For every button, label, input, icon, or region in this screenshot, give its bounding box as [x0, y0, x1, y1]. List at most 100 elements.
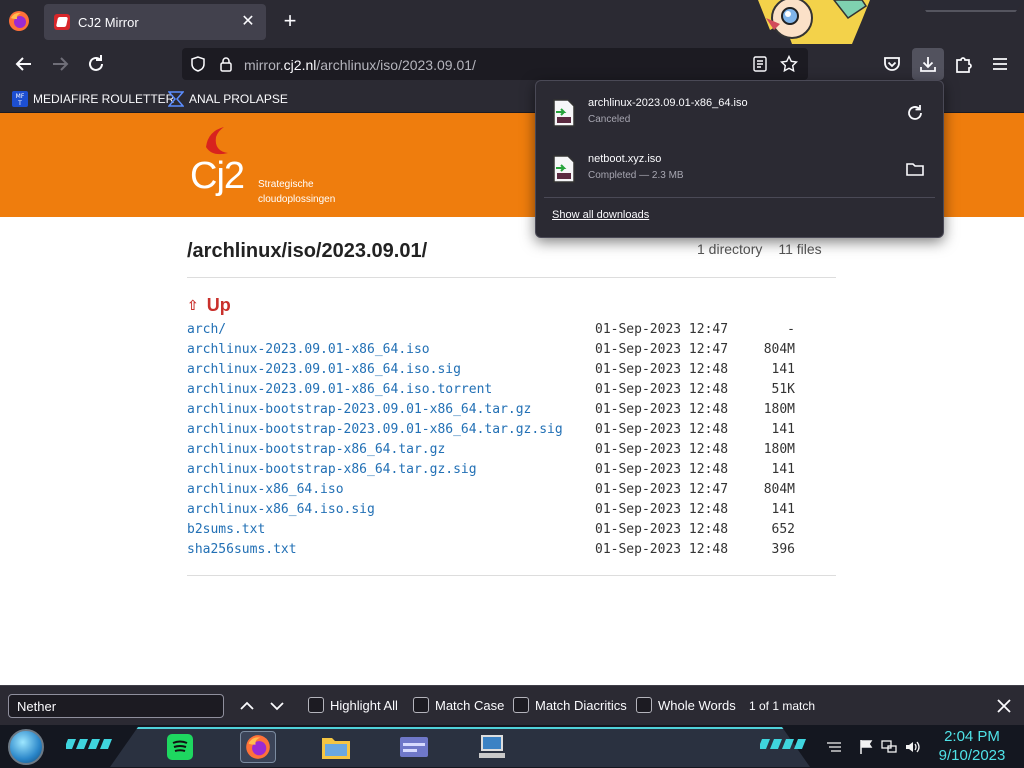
pocket-icon[interactable]	[880, 52, 904, 76]
checkbox-box[interactable]	[513, 697, 529, 713]
clock-date: 9/10/2023	[938, 747, 1006, 764]
taskbar: 2:04 PM 9/10/2023	[0, 725, 1024, 768]
reader-view-icon[interactable]	[752, 56, 768, 72]
match-case-checkbox[interactable]: Match Case	[413, 697, 504, 713]
checkbox-box[interactable]	[413, 697, 429, 713]
logo-wordmark: Cj2	[190, 155, 245, 197]
find-next-icon[interactable]	[267, 696, 287, 716]
spotify-glyph	[167, 734, 193, 760]
new-tab-button[interactable]: +	[278, 9, 302, 33]
download-status: Completed — 2.3 MB	[588, 170, 684, 181]
file-size: 652	[771, 522, 795, 537]
table-row: archlinux-2023.09.01-x86_64.iso 01-Sep-20…	[187, 340, 827, 360]
bookmark-second[interactable]: ANAL PROLAPSE	[168, 89, 288, 109]
whole-words-checkbox[interactable]: Whole Words	[636, 697, 736, 713]
tab-strip: CJ2 Mirror ✕ +	[0, 0, 1024, 44]
tab-title: CJ2 Mirror	[78, 15, 139, 30]
volume-icon[interactable]	[904, 739, 920, 755]
file-link[interactable]: archlinux-x86_64.iso.sig	[187, 500, 375, 520]
system-clock[interactable]: 2:04 PM 9/10/2023	[926, 727, 1018, 765]
file-link[interactable]: arch/	[187, 320, 226, 340]
file-link[interactable]: archlinux-bootstrap-2023.09.01-x86_64.ta…	[187, 420, 563, 440]
file-date: 01-Sep-2023 12:48	[595, 462, 729, 477]
table-row: arch/01-Sep-2023 12:47 -	[187, 320, 827, 340]
reload-icon[interactable]	[84, 52, 108, 76]
computer-icon[interactable]	[474, 731, 510, 763]
show-all-downloads-button[interactable]: Show all downloads	[552, 209, 649, 221]
file-listing: arch/01-Sep-2023 12:47 - archlinux-2023.09…	[187, 320, 827, 560]
file-explorer-icon[interactable]	[318, 731, 354, 763]
match-diacritics-checkbox[interactable]: Match Diacritics	[513, 697, 627, 713]
close-findbar-icon[interactable]	[994, 696, 1014, 716]
spotify-icon[interactable]	[162, 731, 198, 763]
file-date: 01-Sep-2023 12:48	[595, 502, 729, 517]
table-row: archlinux-bootstrap-2023.09.01-x86_64.ta…	[187, 400, 827, 420]
retry-icon[interactable]	[905, 103, 925, 123]
back-arrow-icon[interactable]	[12, 52, 36, 76]
tab-cj2-mirror[interactable]: CJ2 Mirror ✕	[44, 4, 266, 40]
cj2-favicon-icon	[54, 14, 70, 30]
file-date: 01-Sep-2023 12:47	[595, 342, 729, 357]
checkbox-box[interactable]	[636, 697, 652, 713]
address-bar[interactable]: mirror.cj2.nl/archlinux/iso/2023.09.01/	[182, 48, 808, 80]
firefox-icon[interactable]	[240, 731, 276, 763]
taskbar-decoration	[66, 739, 112, 749]
file-count: 11 files	[778, 241, 822, 257]
file-link[interactable]: archlinux-2023.09.01-x86_64.iso	[187, 340, 430, 360]
file-link[interactable]: archlinux-x86_64.iso	[187, 480, 344, 500]
file-link[interactable]: archlinux-2023.09.01-x86_64.iso.sig	[187, 360, 461, 380]
checkbox-label: Match Diacritics	[535, 697, 627, 713]
file-date: 01-Sep-2023 12:48	[595, 362, 729, 377]
file-link[interactable]: archlinux-bootstrap-x86_64.tar.gz.sig	[187, 460, 477, 480]
url-text[interactable]: mirror.cj2.nl/archlinux/iso/2023.09.01/	[244, 57, 476, 73]
download-filename: netboot.xyz.iso	[588, 153, 662, 165]
start-button[interactable]	[8, 729, 44, 765]
file-date: 01-Sep-2023 12:48	[595, 382, 729, 397]
control-panel-glyph	[400, 737, 428, 757]
find-previous-icon[interactable]	[237, 696, 257, 716]
firefox-menu-icon[interactable]	[8, 10, 30, 32]
tab-close-icon[interactable]: ✕	[238, 12, 258, 32]
extensions-puzzle-icon[interactable]	[952, 52, 976, 76]
file-link[interactable]: sha256sums.txt	[187, 540, 297, 560]
file-date: 01-Sep-2023 12:48	[595, 402, 729, 417]
cj2-logo[interactable]: Cj2 Strategische cloudoplossingen	[190, 127, 350, 207]
table-row: archlinux-x86_64.iso 01-Sep-2023 12:47 804…	[187, 480, 827, 500]
file-link[interactable]: b2sums.txt	[187, 520, 265, 540]
file-size: 51K	[771, 382, 795, 397]
file-link[interactable]: archlinux-bootstrap-x86_64.tar.gz	[187, 440, 445, 460]
table-row: archlinux-bootstrap-x86_64.tar.gz 01-Sep-…	[187, 440, 827, 460]
highlight-all-checkbox[interactable]: Highlight All	[308, 697, 398, 713]
file-icon	[553, 99, 575, 127]
divider-bottom	[187, 575, 836, 576]
bookmark-star-icon[interactable]	[780, 55, 798, 73]
file-size: 141	[771, 502, 795, 517]
control-panel-icon[interactable]	[396, 731, 432, 763]
downloads-button[interactable]	[912, 48, 944, 80]
hamburger-menu-icon[interactable]	[988, 52, 1012, 76]
find-input[interactable]	[8, 694, 224, 718]
up-link[interactable]: ⇧ Up	[187, 295, 231, 316]
svg-text:T: T	[17, 100, 22, 107]
file-size: -	[787, 322, 795, 337]
file-link[interactable]: archlinux-bootstrap-2023.09.01-x86_64.ta…	[187, 400, 531, 420]
flag-icon[interactable]	[858, 739, 874, 755]
tray-overflow-icon[interactable]	[826, 739, 842, 755]
download-item[interactable]: netboot.xyz.iso Completed — 2.3 MB	[536, 141, 943, 197]
tracking-protection-shield-icon[interactable]	[190, 56, 206, 72]
file-link[interactable]: archlinux-2023.09.01-x86_64.iso.torrent	[187, 380, 492, 400]
downloads-panel: archlinux-2023.09.01-x86_64.iso Canceled…	[535, 80, 944, 238]
lock-icon[interactable]	[218, 56, 234, 72]
network-icon[interactable]	[881, 739, 897, 755]
page-title: /archlinux/iso/2023.09.01/	[187, 240, 428, 262]
bookmark-mediafire-rouletter[interactable]: MF T MEDIAFIRE ROULETTER	[12, 89, 174, 109]
table-row: b2sums.txt 01-Sep-2023 12:48 652	[187, 520, 827, 540]
folder-icon[interactable]	[905, 159, 925, 179]
table-row: archlinux-bootstrap-2023.09.01-x86_64.ta…	[187, 420, 827, 440]
checkbox-box[interactable]	[308, 697, 324, 713]
table-row: archlinux-x86_64.iso.sig 01-Sep-2023 12:4…	[187, 500, 827, 520]
download-item[interactable]: archlinux-2023.09.01-x86_64.iso Canceled	[536, 85, 943, 141]
forward-arrow-icon[interactable]	[48, 52, 72, 76]
window-controls-decoration	[918, 0, 1024, 12]
checkbox-label: Match Case	[435, 697, 505, 713]
